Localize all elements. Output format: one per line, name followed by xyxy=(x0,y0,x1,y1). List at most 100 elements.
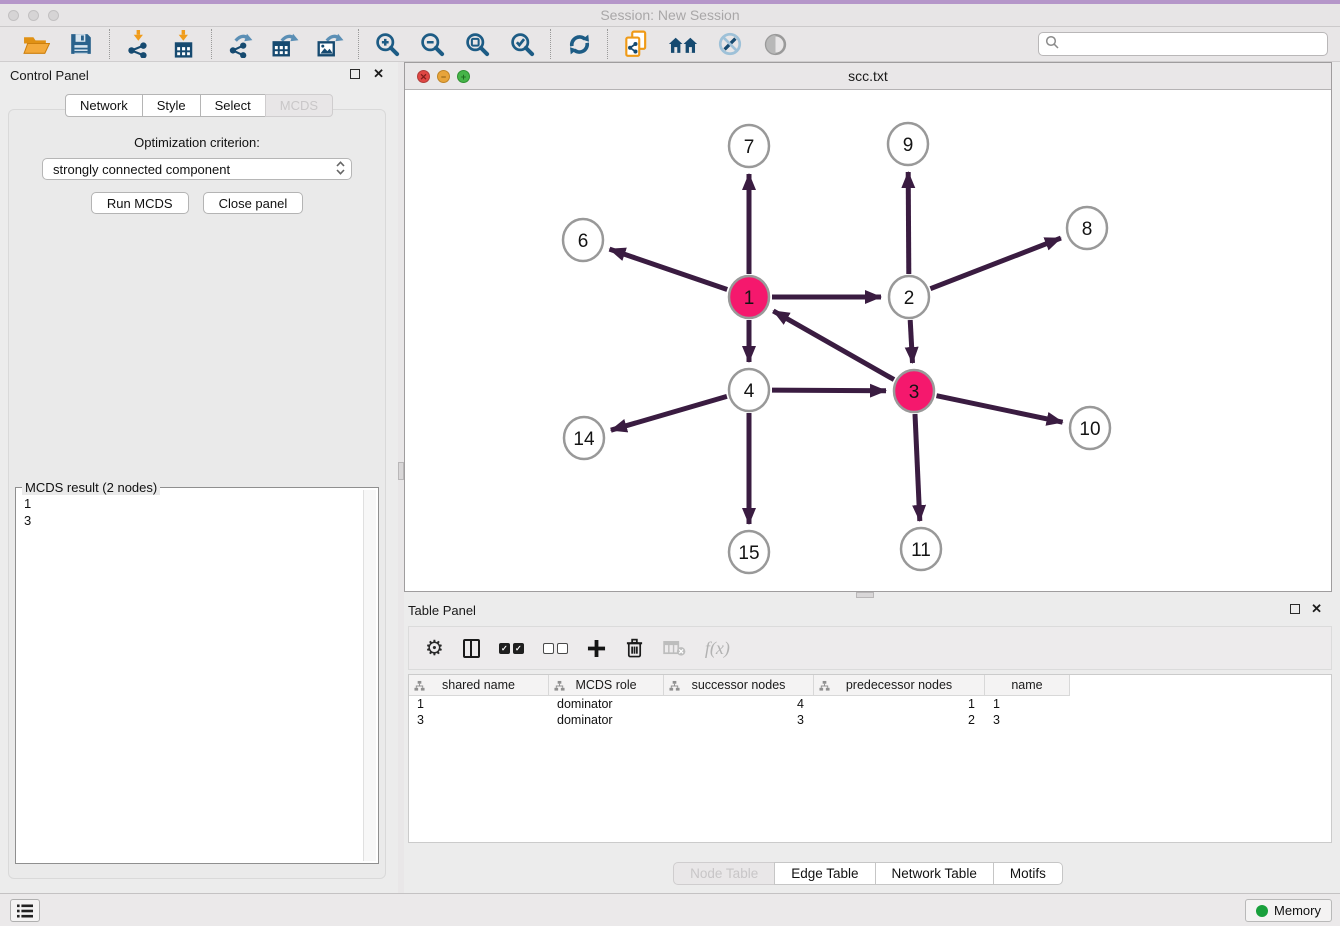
tab-edge-table[interactable]: Edge Table xyxy=(774,862,875,885)
table-body: 1dominator4113dominator323 xyxy=(409,696,1331,728)
column-header-label: MCDS role xyxy=(575,678,636,692)
edge-3-10[interactable] xyxy=(937,396,1063,423)
status-bar: Memory xyxy=(0,893,1340,926)
tab-style[interactable]: Style xyxy=(142,94,201,117)
add-row-icon[interactable] xyxy=(587,635,606,661)
table-panel-float-icon[interactable] xyxy=(1290,604,1300,614)
clone-network-icon[interactable] xyxy=(621,29,651,59)
application-window: Session: New Session xyxy=(0,0,1340,926)
tab-network-table[interactable]: Network Table xyxy=(875,862,994,885)
column-header-label: name xyxy=(1011,678,1042,692)
mcds-result-list: 13 xyxy=(17,491,362,862)
tab-mcds[interactable]: MCDS xyxy=(265,94,333,117)
network-canvas[interactable]: 7968124314101511 xyxy=(405,90,1331,591)
control-panel-close-icon[interactable]: ✕ xyxy=(373,66,384,82)
zoom-selected-icon[interactable] xyxy=(507,29,537,59)
column-header-MCDS-role[interactable]: MCDS role xyxy=(549,675,664,696)
delete-table-icon xyxy=(663,635,686,661)
zoom-fit-icon[interactable] xyxy=(462,29,492,59)
tab-motifs[interactable]: Motifs xyxy=(993,862,1063,885)
table-cell: 4 xyxy=(664,697,814,711)
column-header-predecessor-nodes[interactable]: predecessor nodes xyxy=(814,675,985,696)
node-label: 10 xyxy=(1079,419,1100,440)
network-window-title: scc.txt xyxy=(405,68,1331,84)
close-panel-button[interactable]: Close panel xyxy=(203,192,304,214)
mcds-result-line: 1 xyxy=(24,495,355,512)
edge-2-9[interactable] xyxy=(908,172,909,274)
optimization-criterion-select[interactable]: strongly connected component xyxy=(42,158,352,180)
table-cell: 2 xyxy=(814,713,985,727)
home-browser-icon[interactable] xyxy=(666,29,700,59)
select-all-icon[interactable]: ✓✓ xyxy=(499,635,524,661)
search-input[interactable] xyxy=(1063,37,1321,52)
zoom-in-icon[interactable] xyxy=(372,29,402,59)
export-network-icon[interactable] xyxy=(225,29,255,59)
column-header-label: shared name xyxy=(442,678,515,692)
window-title: Session: New Session xyxy=(0,7,1340,23)
table-row[interactable]: 1dominator411 xyxy=(409,696,1331,712)
refresh-view-icon[interactable] xyxy=(564,29,594,59)
graphics-details-icon[interactable] xyxy=(715,29,745,59)
table-toolbar: ⚙ ✓✓ f(x) xyxy=(408,626,1332,670)
edge-4-14[interactable] xyxy=(611,396,727,430)
mcds-result-line: 3 xyxy=(24,512,355,529)
table-cell: 1 xyxy=(985,697,1070,711)
network-window: ✕ − + scc.txt 7968124314101511 xyxy=(404,62,1332,592)
memory-status-icon xyxy=(1256,905,1268,917)
tab-select[interactable]: Select xyxy=(200,94,266,117)
function-builder-icon: f(x) xyxy=(705,635,730,661)
edge-1-6[interactable] xyxy=(610,249,728,289)
control-panel-title: Control Panel xyxy=(10,68,89,83)
table-cell: 3 xyxy=(664,713,814,727)
export-table-icon[interactable] xyxy=(270,29,300,59)
table-cell: 3 xyxy=(409,713,549,727)
table-cell: 1 xyxy=(814,697,985,711)
table-cell: dominator xyxy=(549,713,664,727)
edge-3-11[interactable] xyxy=(915,414,920,521)
open-session-icon[interactable] xyxy=(21,29,51,59)
mcds-result-group: MCDS result (2 nodes) 13 xyxy=(15,487,379,864)
edge-3-1[interactable] xyxy=(773,311,894,380)
criterion-value: strongly connected component xyxy=(53,162,230,177)
table-cell: 1 xyxy=(409,697,549,711)
delete-icon[interactable] xyxy=(625,635,644,661)
node-label: 6 xyxy=(578,231,589,252)
memory-button[interactable]: Memory xyxy=(1245,899,1332,922)
edge-4-3[interactable] xyxy=(772,390,886,391)
column-header-successor-nodes[interactable]: successor nodes xyxy=(664,675,814,696)
node-table: shared name MCDS role successor nodes pr… xyxy=(408,674,1332,843)
deselect-all-icon[interactable] xyxy=(543,635,568,661)
import-table-icon[interactable] xyxy=(168,29,198,59)
table-panel-close-icon[interactable]: ✕ xyxy=(1311,601,1322,617)
table-cell: 3 xyxy=(985,713,1070,727)
column-header-name[interactable]: name xyxy=(985,675,1070,696)
edge-2-3[interactable] xyxy=(910,320,912,363)
table-row[interactable]: 3dominator323 xyxy=(409,712,1331,728)
eye-icon[interactable] xyxy=(760,29,790,59)
node-label: 11 xyxy=(911,540,931,561)
columns-icon[interactable] xyxy=(463,635,480,661)
search-box xyxy=(1038,32,1328,56)
edge-2-8[interactable] xyxy=(930,238,1061,289)
run-mcds-button[interactable]: Run MCDS xyxy=(91,192,189,214)
save-session-icon[interactable] xyxy=(66,29,96,59)
column-header-shared-name[interactable]: shared name xyxy=(409,675,549,696)
settings-gear-icon[interactable]: ⚙ xyxy=(425,635,444,661)
zoom-out-icon[interactable] xyxy=(417,29,447,59)
optimization-criterion-label: Optimization criterion: xyxy=(9,135,385,150)
export-image-icon[interactable] xyxy=(315,29,345,59)
node-label: 3 xyxy=(909,382,920,403)
result-scrollbar[interactable] xyxy=(363,490,376,861)
node-label: 15 xyxy=(738,543,759,564)
tab-node-table[interactable]: Node Table xyxy=(673,862,775,885)
vertical-splitter-handle[interactable] xyxy=(398,462,404,480)
show-panels-list-button[interactable] xyxy=(10,899,40,922)
control-panel-float-icon[interactable] xyxy=(350,69,360,79)
memory-label: Memory xyxy=(1274,903,1321,918)
import-network-icon[interactable] xyxy=(123,29,153,59)
table-panel-title: Table Panel xyxy=(408,603,476,618)
table-cell: dominator xyxy=(549,697,664,711)
search-icon xyxy=(1045,35,1059,54)
tab-network[interactable]: Network xyxy=(65,94,143,117)
column-tree-icon xyxy=(669,680,680,692)
